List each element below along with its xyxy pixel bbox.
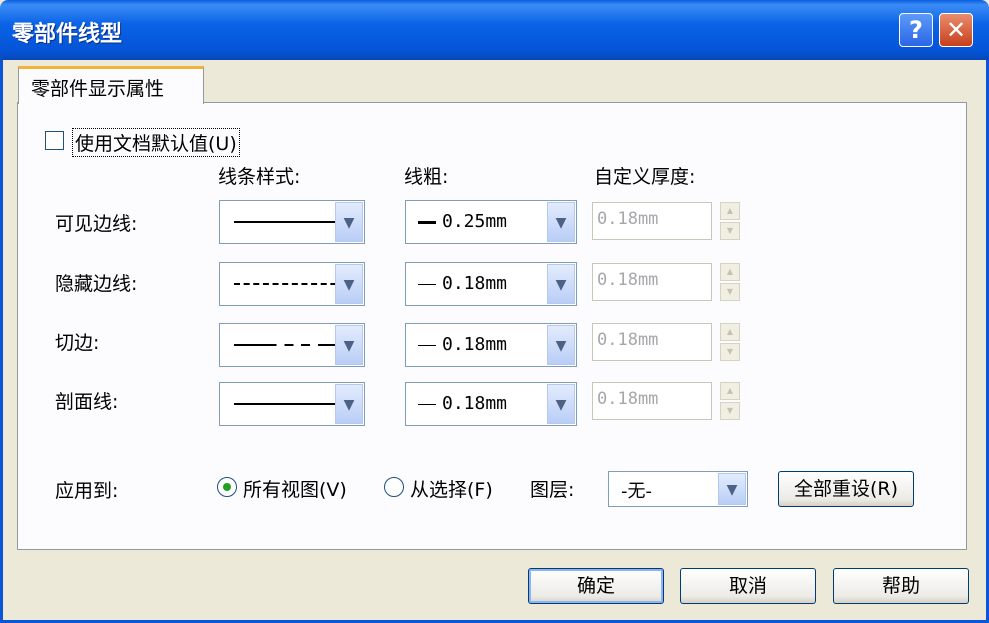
spin-up-icon: ▲ <box>720 382 740 400</box>
hidden-edges-thickness-spinner: ▲ ▼ <box>720 263 740 301</box>
tangent-edges-style-select[interactable]: ▼ <box>219 323 365 367</box>
spin-up-icon: ▲ <box>720 323 740 341</box>
use-doc-defaults-label[interactable]: 使用文档默认值(U) <box>72 128 240 157</box>
thickness-value: 0.18mm <box>597 330 659 350</box>
solid-line-sample <box>234 221 346 223</box>
chevron-down-icon[interactable]: ▼ <box>547 202 575 242</box>
window-title: 零部件线型 <box>12 22 123 47</box>
line-weight-sample <box>418 344 436 346</box>
hidden-edges-thickness-field: 0.18mm <box>592 263 712 301</box>
spin-down-icon: ▼ <box>720 222 740 240</box>
weight-value: 0.18mm <box>442 334 508 355</box>
tab-part-display-properties[interactable]: 零部件显示属性 <box>18 66 204 104</box>
visible-edges-thickness-field: 0.18mm <box>592 202 712 240</box>
title-bar[interactable]: 零部件线型 ? ✕ <box>0 0 989 60</box>
visible-edges-weight-select[interactable]: 0.25mm ▼ <box>405 200 577 244</box>
line-weight-sample <box>418 220 436 224</box>
spin-up-icon: ▲ <box>720 202 740 220</box>
thickness-value: 0.18mm <box>597 209 659 229</box>
layer-select[interactable]: -无- ▼ <box>608 471 748 507</box>
dashed-line-sample <box>234 283 346 285</box>
chevron-down-icon[interactable]: ▼ <box>335 202 363 242</box>
row-label-section-lines: 剖面线: <box>55 391 119 413</box>
close-button[interactable]: ✕ <box>939 13 973 47</box>
all-views-radio[interactable] <box>217 477 237 497</box>
thickness-value: 0.18mm <box>597 389 659 409</box>
row-label-hidden-edges: 隐藏边线: <box>55 273 138 295</box>
spin-down-icon: ▼ <box>720 343 740 361</box>
row-label-tangent-edges: 切边: <box>55 332 100 354</box>
chain-line-sample <box>234 344 346 346</box>
line-weight-sample <box>418 403 436 405</box>
chevron-down-icon[interactable]: ▼ <box>335 264 363 304</box>
row-label-visible-edges: 可见边线: <box>55 213 138 235</box>
line-weight-sample <box>418 283 436 285</box>
ok-button[interactable]: 确定 <box>528 568 664 604</box>
all-views-label[interactable]: 所有视图(V) <box>243 475 347 502</box>
radio-dot <box>223 483 231 491</box>
solid-line-sample <box>234 403 346 405</box>
section-lines-weight-select[interactable]: 0.18mm ▼ <box>405 382 577 426</box>
use-doc-defaults-checkbox[interactable] <box>45 131 64 150</box>
layer-value: -无- <box>621 481 652 502</box>
from-selection-label[interactable]: 从选择(F) <box>410 475 493 502</box>
chevron-down-icon[interactable]: ▼ <box>718 473 746 505</box>
column-header-line-weight: 线粗: <box>404 166 449 188</box>
tab-label: 零部件显示属性 <box>31 78 165 100</box>
spin-up-icon: ▲ <box>720 263 740 281</box>
section-lines-thickness-field: 0.18mm <box>592 382 712 420</box>
hidden-edges-style-select[interactable]: ▼ <box>219 262 365 306</box>
chevron-down-icon[interactable]: ▼ <box>335 325 363 365</box>
reset-all-button[interactable]: 全部重设(R) <box>778 471 914 507</box>
thickness-value: 0.18mm <box>597 270 659 290</box>
weight-value: 0.25mm <box>442 211 508 232</box>
column-header-line-style: 线条样式: <box>218 166 301 188</box>
weight-value: 0.18mm <box>442 393 508 414</box>
from-selection-radio[interactable] <box>384 477 404 497</box>
spin-down-icon: ▼ <box>720 402 740 420</box>
visible-edges-thickness-spinner: ▲ ▼ <box>720 202 740 240</box>
layer-label: 图层: <box>530 479 575 501</box>
tangent-edges-weight-select[interactable]: 0.18mm ▼ <box>405 323 577 367</box>
help-title-button[interactable]: ? <box>899 13 933 47</box>
column-header-custom-thickness: 自定义厚度: <box>594 166 696 188</box>
chevron-down-icon[interactable]: ▼ <box>547 384 575 424</box>
section-lines-style-select[interactable]: ▼ <box>219 382 365 426</box>
tangent-edges-thickness-field: 0.18mm <box>592 323 712 361</box>
weight-value: 0.18mm <box>442 273 508 294</box>
chevron-down-icon[interactable]: ▼ <box>547 264 575 304</box>
window-frame-left <box>0 60 3 623</box>
visible-edges-style-select[interactable]: ▼ <box>219 200 365 244</box>
chevron-down-icon[interactable]: ▼ <box>335 384 363 424</box>
chevron-down-icon[interactable]: ▼ <box>547 325 575 365</box>
tangent-edges-thickness-spinner: ▲ ▼ <box>720 323 740 361</box>
section-lines-thickness-spinner: ▲ ▼ <box>720 382 740 420</box>
apply-to-label: 应用到: <box>55 480 119 502</box>
help-button[interactable]: 帮助 <box>833 568 969 604</box>
spin-down-icon: ▼ <box>720 283 740 301</box>
dialog-window: 零部件线型 ? ✕ 零部件显示属性 使用文档默认值(U) 线条样式: 线粗: 自… <box>0 0 989 623</box>
hidden-edges-weight-select[interactable]: 0.18mm ▼ <box>405 262 577 306</box>
cancel-button[interactable]: 取消 <box>680 568 816 604</box>
